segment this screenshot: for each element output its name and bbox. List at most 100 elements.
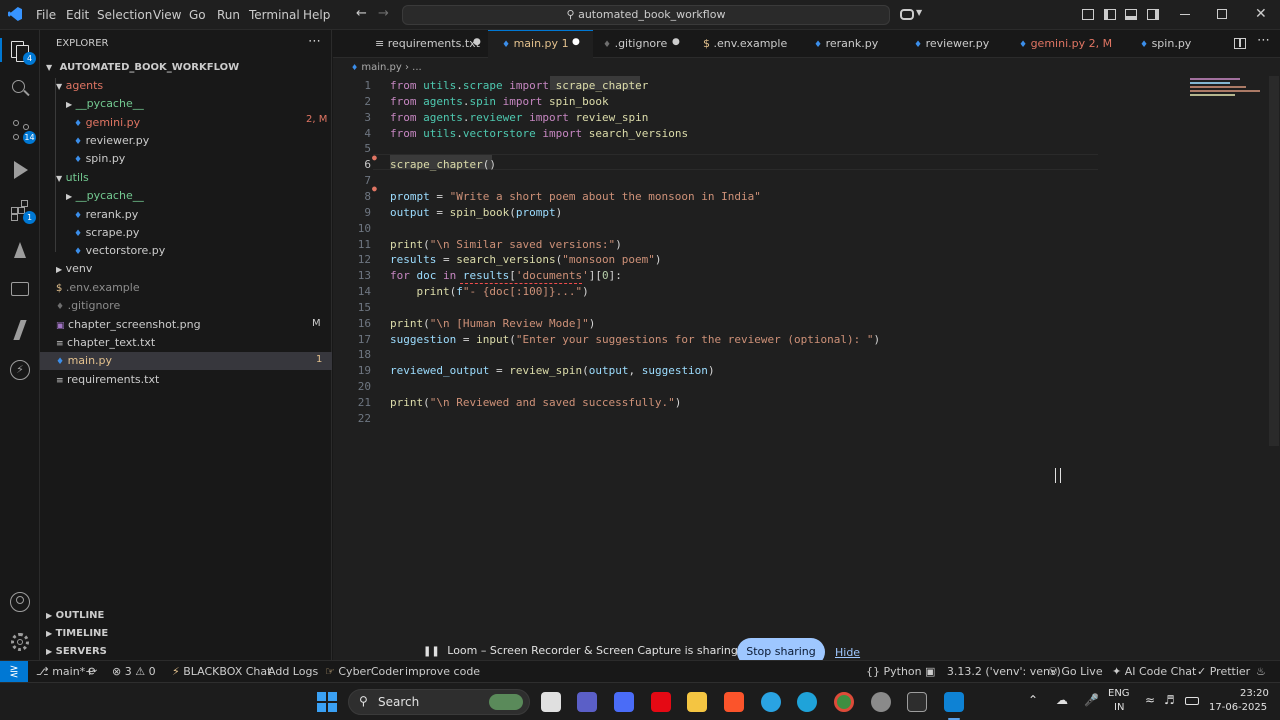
menu-selection[interactable]: Selection: [97, 8, 152, 22]
tree-folder-venv[interactable]: ▶ venv: [56, 260, 92, 278]
code-line[interactable]: from agents.spin import spin_book: [390, 95, 609, 108]
code-line[interactable]: results = search_versions("monsoon poem"…: [390, 253, 662, 266]
tab-reviewer[interactable]: ♦ reviewer.py: [900, 30, 989, 58]
remote-indicator-icon[interactable]: ⋛: [0, 661, 28, 682]
tree-folder-pycache[interactable]: ▶ __pycache__: [66, 95, 144, 113]
file-explorer-icon[interactable]: [687, 692, 707, 712]
language-indicator-top[interactable]: ENG: [1108, 688, 1130, 699]
minimize-icon[interactable]: [1180, 14, 1190, 15]
settings-gear-icon[interactable]: [8, 630, 32, 654]
git-branch[interactable]: ⎇ main*+: [36, 661, 94, 682]
netflix-icon[interactable]: [651, 692, 671, 712]
edge-icon[interactable]: [797, 692, 817, 712]
widgets-icon[interactable]: [541, 692, 561, 712]
explorer-icon[interactable]: 4: [8, 39, 36, 65]
go-live[interactable]: ☉ Go Live: [1048, 661, 1103, 682]
clock-time[interactable]: 23:20: [1240, 688, 1269, 699]
search-icon[interactable]: [8, 77, 32, 101]
more-actions-icon[interactable]: ⋯: [308, 34, 321, 49]
remote-explorer-icon[interactable]: [8, 278, 32, 302]
tab-gitignore[interactable]: ♦ .gitignore: [589, 30, 667, 58]
language-mode[interactable]: {} Python: [866, 661, 922, 682]
tree-folder-utils[interactable]: ▼ utils: [56, 169, 89, 187]
menu-view[interactable]: View: [153, 8, 181, 22]
tree-file-reviewer[interactable]: ♦ reviewer.py: [74, 132, 149, 150]
split-editor-icon[interactable]: [1234, 38, 1246, 49]
taskbar-search-box[interactable]: ⚲ Search: [348, 689, 530, 715]
code-line[interactable]: for doc in results['documents'][0]:: [390, 269, 622, 282]
chevron-up-icon[interactable]: ⌃: [1028, 693, 1038, 707]
sync-icon[interactable]: ⟳: [88, 661, 97, 682]
code-line[interactable]: suggestion = input("Enter your suggestio…: [390, 333, 880, 346]
tab-gemini[interactable]: ♦ gemini.py 2, M: [1005, 30, 1112, 58]
terminal-icon[interactable]: [907, 692, 927, 712]
tab-rerank[interactable]: ♦ rerank.py: [800, 30, 878, 58]
language-indicator-bottom[interactable]: IN: [1114, 702, 1124, 713]
volume-icon[interactable]: ♬: [1164, 693, 1175, 707]
minimap[interactable]: [1190, 76, 1270, 108]
problems-indicator[interactable]: ⊗ 3 ⚠ 0: [112, 661, 156, 682]
chrome-icon[interactable]: [834, 692, 854, 712]
workspace-root[interactable]: ▼ AUTOMATED_BOOK_WORKFLOW: [46, 59, 239, 77]
tab-env-example[interactable]: $ .env.example: [689, 30, 787, 58]
clock-date[interactable]: 17-06-2025: [1209, 702, 1267, 713]
servers-section[interactable]: ▶ SERVERS: [46, 643, 107, 661]
toggle-panel-icon[interactable]: [1125, 9, 1137, 20]
menu-run[interactable]: Run: [217, 8, 240, 22]
source-control-icon[interactable]: 14: [8, 118, 36, 144]
menu-go[interactable]: Go: [189, 8, 206, 22]
code-line[interactable]: prompt = "Write a short poem about the m…: [390, 190, 761, 203]
command-center-search[interactable]: ⚲ automated_book_workflow: [402, 5, 890, 25]
unsaved-dot-icon[interactable]: ●: [473, 37, 481, 47]
improve-code[interactable]: improve code: [405, 661, 480, 682]
discord-icon[interactable]: [614, 692, 634, 712]
tree-file-chapter-text[interactable]: ≡ chapter_text.txt: [56, 334, 155, 352]
testing-flask-icon[interactable]: [8, 238, 32, 262]
cybercoder[interactable]: ☞ CyberCoder: [325, 661, 404, 682]
tree-file-requirements[interactable]: ≡ requirements.txt: [56, 371, 159, 389]
outline-section[interactable]: ▶ OUTLINE: [46, 607, 104, 625]
tree-file-chapter-screenshot[interactable]: ▣ chapter_screenshot.png: [56, 316, 201, 334]
code-line[interactable]: print("\n [Human Review Mode]"): [390, 317, 595, 330]
account-icon[interactable]: [8, 590, 32, 614]
tree-file-env-example[interactable]: $ .env.example: [56, 279, 140, 297]
tab-spin[interactable]: ♦ spin.py: [1126, 30, 1191, 58]
brave-icon[interactable]: [724, 692, 744, 712]
tree-file-main[interactable]: ♦ main.py: [56, 352, 112, 370]
notifications-bell-icon[interactable]: ♨: [1256, 661, 1266, 682]
tree-folder-pycache[interactable]: ▶ __pycache__: [66, 187, 144, 205]
breadcrumb-symbol[interactable]: ...: [412, 62, 422, 73]
code-line[interactable]: from agents.reviewer import review_spin: [390, 111, 648, 124]
toggle-secondary-sidebar-icon[interactable]: [1147, 9, 1159, 20]
code-line[interactable]: from utils.vectorstore import search_ver…: [390, 127, 688, 140]
microphone-icon[interactable]: 🎤: [1084, 693, 1099, 707]
settings-gear-icon[interactable]: [871, 692, 891, 712]
timeline-section[interactable]: ▶ TIMELINE: [46, 625, 108, 643]
copilot-icon[interactable]: [900, 9, 914, 20]
pause-icon[interactable]: ❚❚: [423, 646, 440, 657]
back-arrow-icon[interactable]: ←: [356, 6, 367, 21]
code-line[interactable]: reviewed_output = review_spin(output, su…: [390, 364, 715, 377]
lightning-icon[interactable]: ⚡: [8, 358, 32, 382]
tab-requirements[interactable]: ≡ requirements.txt: [361, 30, 480, 58]
tray-app-icon[interactable]: ☁: [1056, 693, 1068, 707]
prettier[interactable]: ✓ Prettier: [1197, 661, 1250, 682]
customize-layout-icon[interactable]: [1082, 9, 1094, 20]
tree-file-spin[interactable]: ♦ spin.py: [74, 150, 125, 168]
tree-file-gitignore[interactable]: ♦ .gitignore: [56, 297, 120, 315]
tree-file-gemini[interactable]: ♦ gemini.py: [74, 114, 140, 132]
code-line[interactable]: print(f"- {doc[:100]}..."): [390, 285, 589, 298]
wifi-icon[interactable]: ≈: [1145, 693, 1155, 707]
unsaved-dot-icon[interactable]: ●: [672, 37, 680, 47]
battery-icon[interactable]: [1185, 697, 1199, 705]
menu-edit[interactable]: Edit: [66, 8, 89, 22]
code-line[interactable]: print("\n Similar saved versions:"): [390, 238, 622, 251]
tree-file-rerank[interactable]: ♦ rerank.py: [74, 206, 138, 224]
tree-file-scrape[interactable]: ♦ scrape.py: [74, 224, 139, 242]
tab-main[interactable]: ♦ main.py 1: [488, 30, 569, 58]
unsaved-dot-icon[interactable]: ●: [572, 37, 580, 47]
add-logs[interactable]: Add Logs: [268, 661, 318, 682]
windows-start-icon[interactable]: [317, 692, 337, 712]
code-line[interactable]: from utils.scrape import scrape_chapter: [390, 79, 648, 92]
restore-icon[interactable]: [1217, 9, 1227, 19]
